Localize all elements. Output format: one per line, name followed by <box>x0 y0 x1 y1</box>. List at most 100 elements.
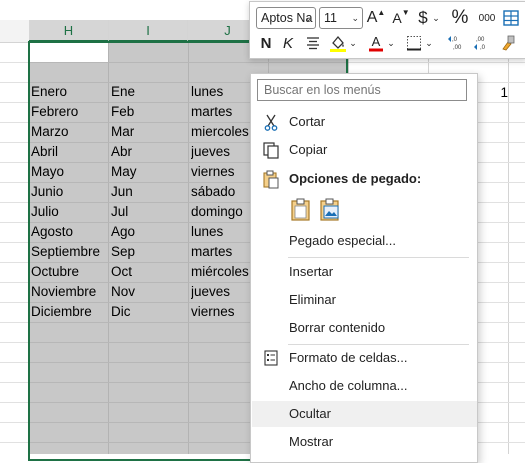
menu-item-label: Pegado especial... <box>289 233 396 248</box>
format-painter-button[interactable] <box>498 32 518 54</box>
cell-h[interactable]: Noviembre <box>31 282 107 302</box>
align-center-icon <box>307 37 319 50</box>
italic-icon: K <box>282 34 293 52</box>
cell-i[interactable]: Dic <box>111 302 187 322</box>
menu-item-column-width[interactable]: Ancho de columna... <box>252 373 477 399</box>
chevron-down-icon[interactable]: ⌄ <box>424 32 434 54</box>
grid-line <box>508 42 509 454</box>
scissors-icon <box>264 114 278 131</box>
cell-h[interactable]: Septiembre <box>31 242 107 262</box>
caret-up-icon: ▲ <box>377 7 386 17</box>
chevron-down-icon[interactable]: ⌄ <box>386 32 396 54</box>
menu-item-copy[interactable]: Copiar <box>252 137 477 163</box>
paste-picture-icon[interactable] <box>318 197 342 221</box>
svg-text:,0: ,0 <box>452 37 458 43</box>
decrease-decimal-icon: ,00 ,0 <box>474 37 486 51</box>
paste-icon[interactable] <box>289 197 313 221</box>
increase-font-button[interactable]: A ▲ <box>367 7 386 29</box>
cell-i[interactable]: May <box>111 162 187 182</box>
cell-h[interactable]: Junio <box>31 182 107 202</box>
font-color-button[interactable]: A <box>366 32 386 54</box>
svg-text:A: A <box>372 34 381 49</box>
chevron-down-icon: ⌄ <box>351 13 359 23</box>
align-center-button[interactable] <box>304 32 322 54</box>
cell-i[interactable]: Mar <box>111 122 187 142</box>
menu-separator <box>288 257 469 258</box>
thousands-separator-button[interactable]: 000 <box>476 7 498 29</box>
cell-i[interactable]: Ago <box>111 222 187 242</box>
menu-item-cut[interactable]: Cortar <box>252 109 477 135</box>
cell-h[interactable]: Febrero <box>31 102 107 122</box>
cell-i[interactable]: Ene <box>111 82 187 102</box>
borders-button[interactable] <box>404 32 424 54</box>
cell-h[interactable]: Julio <box>31 202 107 222</box>
format-cells-icon <box>264 350 278 366</box>
grid-line <box>28 42 29 454</box>
cell-h[interactable]: Enero <box>31 82 107 102</box>
menu-item-label: Insertar <box>289 264 334 279</box>
menu-item-insert[interactable]: Insertar <box>252 259 477 285</box>
currency-icon: $ <box>418 8 428 27</box>
cell-h[interactable]: Octubre <box>31 262 107 282</box>
cell-h[interactable]: Diciembre <box>31 302 107 322</box>
column-header-i[interactable]: I <box>109 20 188 42</box>
cell-h[interactable]: Abril <box>31 142 107 162</box>
percent-icon: % <box>451 7 469 28</box>
copy-icon <box>263 142 279 159</box>
thousands-icon: 000 <box>478 12 496 24</box>
menu-item-label: Mostrar <box>289 434 334 449</box>
context-menu: Cortar Copiar Opciones de pegado: Pegado… <box>250 73 478 463</box>
menu-item-label: Formato de celdas... <box>289 350 408 365</box>
menu-item-label: Eliminar <box>289 292 336 307</box>
decrease-font-button[interactable]: A ▼ <box>392 7 410 29</box>
borders-icon <box>407 36 421 51</box>
currency-format-button[interactable]: $ <box>416 7 430 29</box>
caret-down-icon: ▼ <box>401 7 410 17</box>
active-cell[interactable] <box>30 42 108 62</box>
cell-h[interactable]: Agosto <box>31 222 107 242</box>
format-table-button[interactable] <box>502 7 520 29</box>
cell-i[interactable]: Sep <box>111 242 187 262</box>
menu-item-paste-special[interactable]: Pegado especial... <box>252 228 477 254</box>
font-size-dropdown[interactable]: 11 ⌄ <box>319 7 363 29</box>
percent-format-button[interactable]: % <box>449 7 471 29</box>
column-header-h[interactable]: H <box>29 20 109 42</box>
menu-item-label: Cortar <box>289 114 326 129</box>
cell-i[interactable]: Feb <box>111 102 187 122</box>
decrease-decimal-button[interactable]: ,00 ,0 <box>472 32 494 54</box>
italic-button[interactable]: K <box>280 32 296 54</box>
menu-item-label: Opciones de pegado: <box>289 171 422 186</box>
menu-item-label: Copiar <box>289 142 328 157</box>
cell-i[interactable]: Nov <box>111 282 187 302</box>
shrink-font-icon: A <box>392 10 402 26</box>
paste-options-header: Opciones de pegado: <box>252 166 477 192</box>
cell-i[interactable]: Abr <box>111 142 187 162</box>
svg-text:,00: ,00 <box>453 45 462 51</box>
menu-item-format-cells[interactable]: Formato de celdas... <box>252 345 477 371</box>
menu-item-label: Ancho de columna... <box>289 378 408 393</box>
cell-h[interactable]: Marzo <box>31 122 107 142</box>
font-color-icon: A <box>369 34 383 52</box>
cell-i[interactable]: Jul <box>111 202 187 222</box>
cell-i[interactable]: Oct <box>111 262 187 282</box>
table-format-icon <box>503 10 519 26</box>
menu-item-show[interactable]: Mostrar <box>252 429 477 455</box>
chevron-down-icon: ⌄ <box>304 13 312 23</box>
menu-item-hide[interactable]: Ocultar <box>252 401 477 427</box>
row-line <box>29 62 349 63</box>
paint-bucket-icon <box>330 35 346 52</box>
bold-button[interactable]: N <box>258 32 274 54</box>
svg-text:,00: ,00 <box>476 37 485 43</box>
mini-toolbar: Aptos Na ⌄ 11 ⌄ A ▲ A ▼ $ ⌄ % 000 N K ⌄ … <box>249 1 525 59</box>
menu-search-input[interactable] <box>257 79 467 101</box>
menu-item-clear-contents[interactable]: Borrar contenido <box>252 315 477 341</box>
cell-h[interactable]: Mayo <box>31 162 107 182</box>
menu-item-delete[interactable]: Eliminar <box>252 287 477 313</box>
fill-color-button[interactable] <box>328 32 348 54</box>
chevron-down-icon[interactable]: ⌄ <box>348 32 358 54</box>
increase-decimal-button[interactable]: ,0 ,00 <box>446 32 468 54</box>
font-name-dropdown[interactable]: Aptos Na ⌄ <box>256 7 316 29</box>
cell-i[interactable]: Jun <box>111 182 187 202</box>
chevron-down-icon[interactable]: ⌄ <box>430 7 442 29</box>
font-size-value: 11 <box>324 11 337 25</box>
